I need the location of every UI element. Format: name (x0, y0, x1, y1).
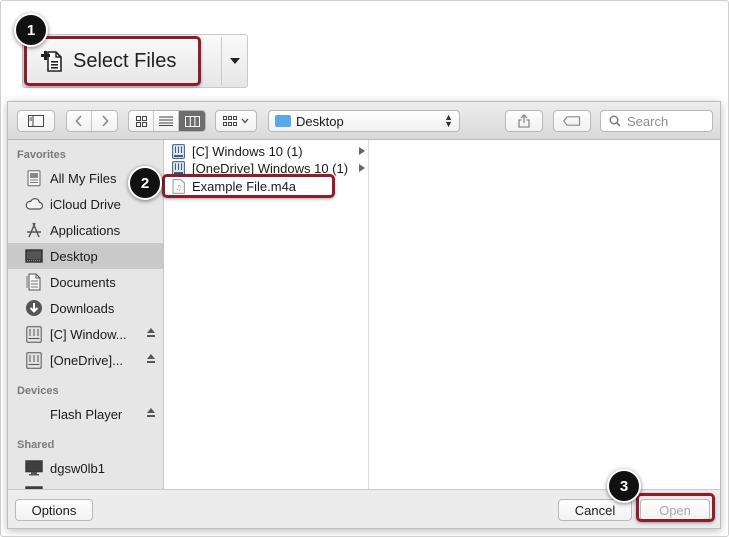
sidebar-item-c-windows[interactable]: [C] Window... (8, 321, 163, 347)
sidebar-item-label: dgsw0lb1 (50, 460, 105, 476)
step-badge-2: 2 (128, 166, 162, 200)
chevron-down-icon (241, 118, 249, 124)
cloud-icon (25, 195, 43, 213)
sidebar-item-label: Desktop (50, 248, 98, 264)
downloads-icon (25, 299, 43, 317)
desktop-icon (25, 247, 43, 265)
arrange-menu-button[interactable] (215, 110, 257, 132)
share-icon (518, 114, 530, 128)
list-icon (159, 116, 173, 126)
updown-arrows-icon: ▲ ▼ (444, 112, 453, 129)
view-mode-control (128, 110, 206, 132)
location-popup[interactable]: Desktop ▲ ▼ (268, 110, 460, 132)
sidebar-toggle-button[interactable] (17, 110, 55, 132)
icon-view-button[interactable] (129, 111, 154, 131)
network-drive-icon (25, 351, 43, 369)
sidebar-item-label: Downloads (50, 300, 115, 316)
sidebar-item-flash-player[interactable]: Flash Player (8, 401, 163, 427)
sidebar-item-applications[interactable]: Applications (8, 217, 163, 243)
sidebar-item-label: All My Files (50, 170, 117, 186)
search-icon (609, 115, 621, 127)
list-view-button[interactable] (154, 111, 179, 131)
disclosure-arrow-icon (359, 147, 365, 155)
folder-icon (275, 115, 291, 127)
back-button[interactable] (67, 111, 92, 131)
sidebar-item-label: Applications (50, 222, 121, 238)
all-files-icon (25, 169, 43, 187)
sidebar-section-shared: Shared (17, 439, 55, 451)
options-button[interactable]: Options (15, 499, 93, 521)
network-drive-icon (25, 325, 43, 343)
file-row-c-windows[interactable]: [C] Windows 10 (1) (164, 143, 369, 160)
eject-icon[interactable] (147, 354, 155, 363)
sidebar-item-label: [C] Window... (50, 326, 127, 342)
network-drive-icon (172, 144, 185, 159)
sidebar-item-desktop[interactable]: Desktop (8, 243, 163, 269)
highlight-example-file (162, 174, 335, 198)
search-field[interactable]: Search (600, 110, 713, 132)
location-label: Desktop (296, 113, 344, 129)
file-name: [C] Windows 10 (1) (192, 144, 303, 159)
tags-button[interactable] (553, 110, 591, 132)
step-badge-3: 3 (607, 469, 641, 503)
sidebar-item-downloads[interactable]: Downloads (8, 295, 163, 321)
sidebar-item-dgsw0lb1[interactable]: dgsw0lb1 (8, 455, 163, 481)
caret-down-icon (230, 58, 240, 64)
chevron-right-icon (101, 115, 109, 127)
tag-icon (563, 116, 581, 126)
eject-icon[interactable] (147, 328, 155, 337)
sidebar-section-devices: Devices (17, 385, 59, 397)
applications-icon (25, 221, 43, 239)
sidebar-item-label: Flash Player (50, 406, 123, 422)
sidebar-item-label: Documents (50, 274, 116, 290)
sidebar-item-onedrive[interactable]: [OneDrive]... (8, 347, 163, 373)
sidebar-item-documents[interactable]: Documents (8, 269, 163, 295)
documents-icon (25, 273, 43, 291)
browser-column-2 (369, 140, 720, 489)
highlight-select-files (24, 36, 201, 86)
column-view-button[interactable] (179, 111, 205, 131)
sidebar-item-label: iCloud Drive (50, 196, 121, 212)
file-open-dialog: Desktop ▲ ▼ Search Favorites All My Files… (7, 101, 721, 529)
eject-icon[interactable] (147, 408, 155, 417)
disk-image-icon (25, 405, 43, 423)
sidebar-icon (28, 115, 44, 127)
forward-button[interactable] (92, 111, 117, 131)
search-placeholder: Search (627, 113, 669, 129)
back-forward-control (66, 110, 118, 132)
dialog-toolbar: Desktop ▲ ▼ Search (8, 102, 720, 140)
step-badge-1: 1 (14, 13, 48, 47)
sidebar-item-label: [OneDrive]... (50, 352, 123, 368)
arrange-icon (223, 116, 237, 126)
select-files-dropdown-button[interactable] (222, 35, 248, 87)
chevron-left-icon (75, 115, 82, 127)
computer-icon (25, 459, 43, 477)
disclosure-arrow-icon (359, 164, 365, 172)
columns-icon (184, 115, 200, 127)
sidebar-section-favorites: Favorites (17, 149, 66, 161)
highlight-open-button (636, 493, 715, 522)
grid-icon (135, 115, 147, 127)
sidebar-item-partial[interactable] (8, 481, 163, 489)
share-button[interactable] (505, 110, 543, 132)
